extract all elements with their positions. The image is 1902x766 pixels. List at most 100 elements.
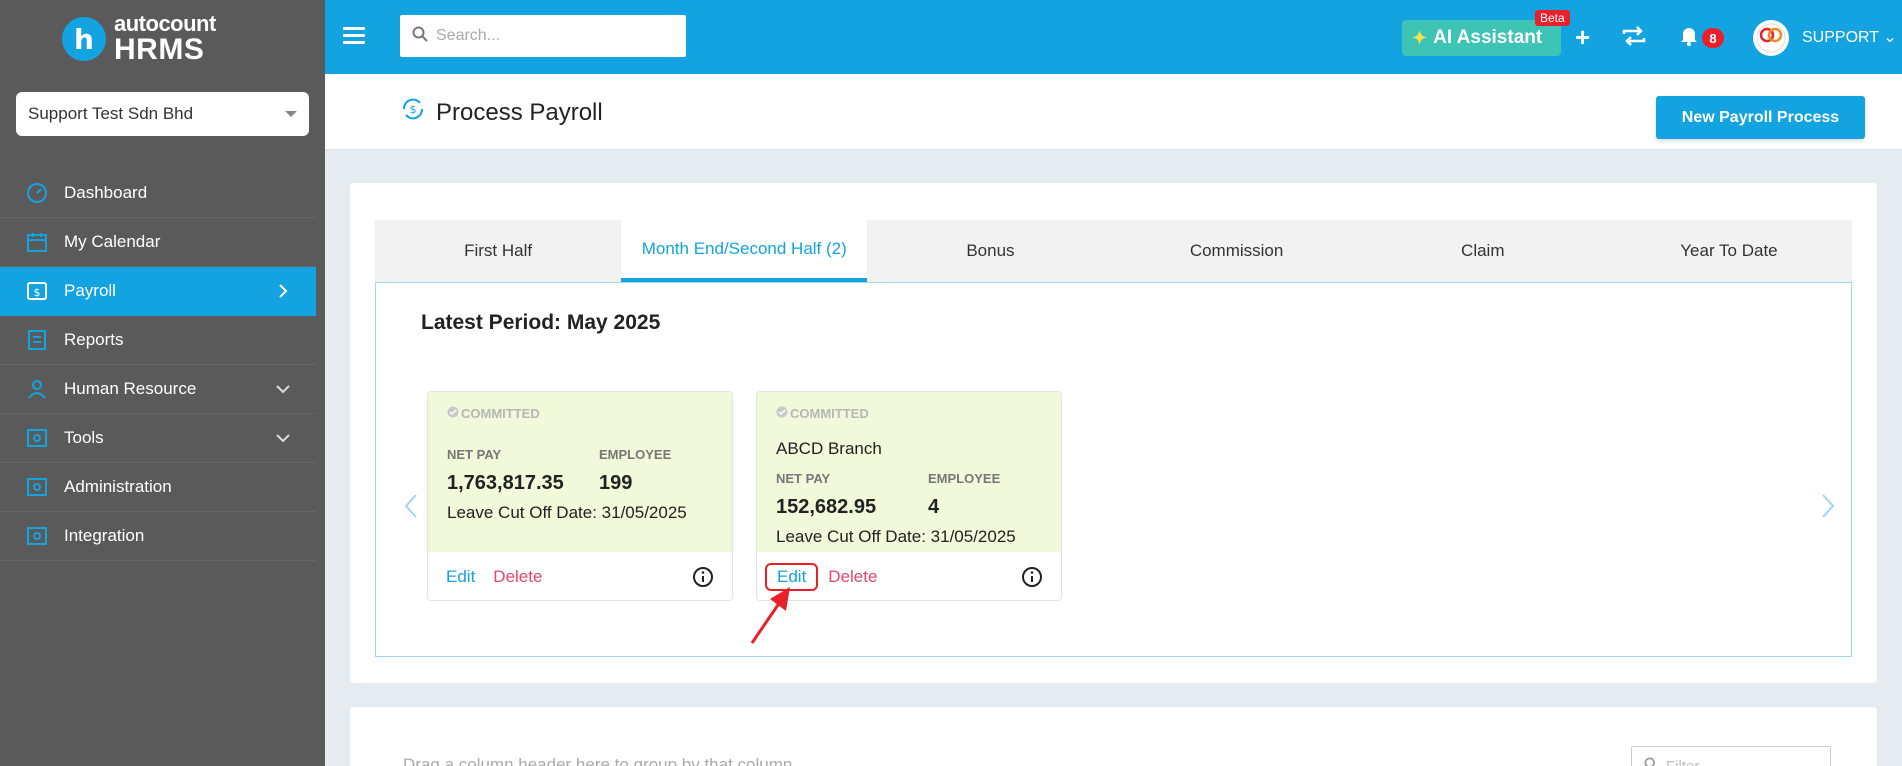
bell-icon[interactable] [1679,25,1699,52]
sidebar-item-integration[interactable]: Integration [0,512,316,561]
chevron-down-icon: ⌄ [1883,29,1897,46]
svg-text:$: $ [34,286,41,299]
net-pay-label: NET PAY [776,471,831,486]
sidebar-item-label: Payroll [64,281,116,300]
sidebar-item-label: Administration [64,477,172,496]
tools-icon [24,426,50,450]
sidebar-item-label: My Calendar [64,232,161,251]
payroll-process-icon: $ [400,96,426,129]
search-icon [412,26,428,47]
status-text: COMMITTED [461,406,540,421]
carousel-next-icon[interactable] [1821,493,1835,524]
sidebar-item-dashboard[interactable]: Dashboard [0,169,316,218]
sidebar-item-administration[interactable]: Administration [0,463,316,512]
pointer-arrow-icon [748,585,796,652]
leave-cutoff-date: Leave Cut Off Date: 31/05/2025 [447,503,687,522]
tab-year-to-date[interactable]: Year To Date [1606,220,1852,282]
period-heading: Latest Period: May 2025 [421,311,661,334]
sidebar-item-human-resource[interactable]: Human Resource [0,365,316,414]
delete-link[interactable]: Delete [493,567,542,587]
avatar[interactable] [1753,20,1789,56]
calendar-icon [24,230,50,254]
user-name: SUPPORT [1802,29,1879,46]
page-header: $ Process Payroll New Payroll Process [325,74,1902,150]
sidebar-item-label: Tools [64,428,104,447]
logo-mark-icon: h [62,17,106,61]
sparkle-icon: ✦ [1412,27,1428,48]
net-pay-label: NET PAY [447,447,502,462]
sidebar-item-tools[interactable]: Tools [0,414,316,463]
sidebar-item-reports[interactable]: Reports [0,316,316,365]
status-text: COMMITTED [790,406,869,421]
sync-icon[interactable] [1621,24,1647,53]
net-pay-value: 1,763,817.35 [447,472,564,494]
edit-link[interactable]: Edit [446,567,475,587]
add-icon[interactable]: + [1575,22,1590,53]
payroll-period-card: COMMITTED ABCD Branch NET PAY EMPLOYEE 1… [756,391,1062,601]
sidebar: h autocount HRMS Support Test Sdn Bhd Da… [0,0,325,766]
filter-placeholder: Filter... [1666,757,1712,766]
brand-big: HRMS [114,33,205,66]
top-bar: ✦ AI Assistant Beta + 8 SUPPORT ⌄ [325,0,1902,74]
caret-down-icon [285,111,297,117]
chevron-down-icon [274,380,292,398]
filter-input[interactable]: Filter... [1631,746,1831,766]
notification-count-badge: 8 [1702,28,1724,48]
page-title: $ Process Payroll [400,96,603,129]
reports-icon [24,328,50,352]
dashboard-icon [24,181,50,205]
employee-label: EMPLOYEE [928,471,1001,486]
administration-icon [24,475,50,499]
branch-name: ABCD Branch [776,439,882,458]
payroll-grid: Drag a column header here to group by th… [350,707,1877,766]
sidebar-item-label: Dashboard [64,183,148,202]
search-icon [1644,757,1658,766]
delete-link[interactable]: Delete [828,567,877,587]
tab-commission[interactable]: Commission [1114,220,1360,282]
menu-icon[interactable] [343,27,365,45]
new-payroll-process-button[interactable]: New Payroll Process [1656,96,1865,139]
ai-assistant-label: AI Assistant [1433,27,1543,48]
human-resource-icon [24,377,50,401]
user-menu[interactable]: SUPPORT ⌄ [1802,27,1897,47]
tab-panel: Latest Period: May 2025 COMMITTED NET PA… [375,282,1852,657]
check-circle-icon [776,406,788,421]
sidebar-item-label: Reports [64,330,124,349]
payroll-icon: $ [24,279,50,303]
payroll-period-card: COMMITTED NET PAY EMPLOYEE 1,763,817.35 … [427,391,733,601]
sidebar-item-payroll[interactable]: $ Payroll [0,267,316,316]
payroll-tabs: First Half Month End/Second Half (2) Bon… [375,220,1852,282]
sidebar-item-my-calendar[interactable]: My Calendar [0,218,316,267]
tab-first-half[interactable]: First Half [375,220,621,282]
integration-icon [24,524,50,548]
status-badge: COMMITTED [447,406,713,421]
net-pay-value: 152,682.95 [776,496,877,518]
employee-count: 199 [599,472,633,494]
brand-small: autocount [114,11,216,36]
leave-cutoff-date: Leave Cut Off Date: 31/05/2025 [776,527,1016,546]
tab-bonus[interactable]: Bonus [867,220,1113,282]
chevron-down-icon [274,429,292,447]
page-title-text: Process Payroll [436,98,603,126]
sidebar-item-label: Human Resource [64,379,197,398]
employee-count: 4 [928,496,940,518]
tab-month-end[interactable]: Month End/Second Half (2) [621,220,868,282]
info-icon[interactable] [1021,566,1043,588]
check-circle-icon [447,406,459,421]
sidebar-nav: Dashboard My Calendar $ Payroll Reports [0,169,316,561]
beta-badge: Beta [1535,10,1570,26]
payroll-card: First Half Month End/Second Half (2) Bon… [350,183,1877,683]
company-name: Support Test Sdn Bhd [28,104,194,123]
chevron-right-icon [274,282,292,300]
company-select[interactable]: Support Test Sdn Bhd [16,92,309,136]
svg-text:$: $ [410,103,417,116]
search-input[interactable] [436,27,666,45]
tab-claim[interactable]: Claim [1360,220,1606,282]
employee-label: EMPLOYEE [599,447,672,462]
search-box [400,15,686,57]
info-icon[interactable] [692,566,714,588]
carousel-prev-icon[interactable] [404,493,418,524]
sidebar-item-label: Integration [64,526,145,545]
status-badge: COMMITTED [776,406,1042,421]
brand-logo[interactable]: h autocount HRMS [62,11,216,66]
